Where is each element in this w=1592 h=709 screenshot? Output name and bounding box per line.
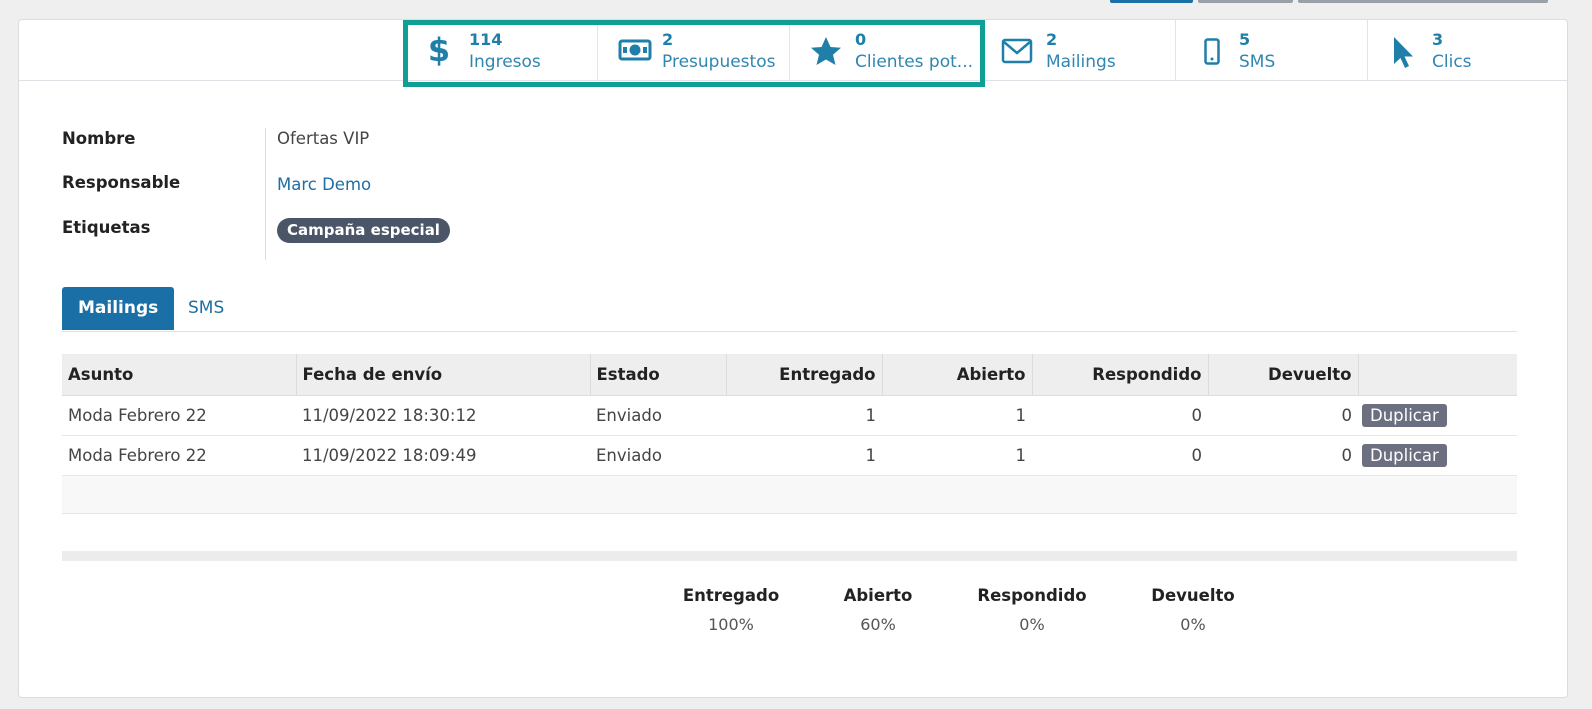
notebook-tabs: Mailings SMS — [62, 287, 1517, 332]
form-sheet: $ 114 Ingresos 2 Presupuestos 0 Clientes… — [18, 19, 1568, 698]
total-label: Abierto — [843, 586, 913, 605]
cell-date: 11/09/2022 18:09:49 — [296, 435, 590, 476]
duplicate-button[interactable]: Duplicar — [1362, 444, 1447, 467]
stat-button-presupuestos[interactable]: 2 Presupuestos — [597, 20, 789, 80]
column-header-subject[interactable]: Asunto — [62, 354, 296, 396]
name-label: Nombre — [62, 129, 136, 148]
stat-label: Clics — [1432, 52, 1472, 72]
total-replied: Respondido 0% — [962, 586, 1102, 634]
cell-status: Enviado — [590, 395, 726, 436]
toolbar-edge-secondary — [1198, 0, 1293, 3]
mobile-phone-icon — [1204, 38, 1220, 70]
cell-action: Duplicar — [1358, 395, 1517, 436]
total-bounced: Devuelto 0% — [1123, 586, 1263, 634]
column-header-actions — [1357, 354, 1517, 396]
dollar-icon: $ — [428, 31, 450, 70]
stat-label: Clientes pot... — [855, 52, 973, 72]
mouse-pointer-icon — [1392, 36, 1416, 74]
cell-action: Duplicar — [1358, 435, 1517, 476]
table-header: Asunto Fecha de envío Estado Entregado A… — [62, 354, 1517, 396]
money-bill-icon — [618, 38, 652, 66]
stat-value: 5 — [1239, 30, 1251, 49]
cell-subject: Moda Febrero 22 — [62, 395, 296, 436]
column-header-date[interactable]: Fecha de envío — [295, 354, 590, 396]
table-empty-row — [62, 475, 1517, 514]
cell-delivered: 1 — [726, 435, 882, 476]
total-value: 100% — [708, 615, 754, 634]
svg-text:$: $ — [428, 32, 450, 66]
cell-opened: 1 — [882, 435, 1032, 476]
total-label: Devuelto — [1151, 586, 1235, 605]
stat-value: 114 — [469, 30, 503, 49]
total-label: Respondido — [977, 586, 1087, 605]
stat-label: SMS — [1239, 52, 1276, 72]
tab-mailings[interactable]: Mailings — [62, 287, 175, 330]
column-header-status[interactable]: Estado — [589, 354, 726, 396]
cell-opened: 1 — [882, 395, 1032, 436]
tab-sms[interactable]: SMS — [188, 287, 224, 330]
envelope-icon — [1001, 38, 1033, 68]
stat-value: 2 — [1046, 30, 1058, 49]
total-value: 60% — [860, 615, 896, 634]
total-value: 0% — [1019, 615, 1045, 634]
total-delivered: Entregado 100% — [661, 586, 801, 634]
responsible-link[interactable]: Marc Demo — [277, 175, 371, 194]
column-header-delivered[interactable]: Entregado — [725, 354, 882, 396]
cell-subject: Moda Febrero 22 — [62, 435, 296, 476]
total-value: 0% — [1180, 615, 1206, 634]
toolbar-edge-secondary-2 — [1298, 0, 1548, 3]
table-footer-bar — [62, 551, 1517, 561]
stat-button-bar: $ 114 Ingresos 2 Presupuestos 0 Clientes… — [19, 20, 1567, 81]
cell-bounced: 0 — [1208, 395, 1358, 436]
stat-button-sms[interactable]: 5 SMS — [1175, 20, 1367, 80]
name-field[interactable]: Ofertas VIP — [277, 129, 369, 148]
field-divider — [265, 128, 266, 260]
stat-label: Ingresos — [469, 52, 541, 72]
cell-date: 11/09/2022 18:30:12 — [296, 395, 590, 436]
stat-value: 3 — [1432, 30, 1444, 49]
total-opened: Abierto 60% — [808, 586, 948, 634]
column-header-replied[interactable]: Respondido — [1031, 354, 1208, 396]
total-label: Entregado — [682, 586, 780, 605]
cell-replied: 0 — [1032, 435, 1208, 476]
cell-bounced: 0 — [1208, 435, 1358, 476]
toolbar-edge-primary — [1110, 0, 1193, 3]
mailings-table: Asunto Fecha de envío Estado Entregado A… — [62, 354, 1517, 514]
stat-button-clientes-potenciales[interactable]: 0 Clientes pot... — [789, 20, 981, 80]
table-row[interactable]: Moda Febrero 22 11/09/2022 18:09:49 Envi… — [62, 435, 1517, 476]
stat-label: Mailings — [1046, 52, 1116, 72]
responsible-label: Responsable — [62, 173, 181, 192]
cell-replied: 0 — [1032, 395, 1208, 436]
column-header-opened[interactable]: Abierto — [881, 354, 1032, 396]
stat-button-clics[interactable]: 3 Clics — [1367, 20, 1567, 80]
stat-button-ingresos[interactable]: $ 114 Ingresos — [403, 20, 597, 80]
stat-value: 2 — [662, 30, 674, 49]
cell-delivered: 1 — [726, 395, 882, 436]
stat-label: Presupuestos — [662, 52, 776, 72]
stat-value: 0 — [855, 30, 867, 49]
duplicate-button[interactable]: Duplicar — [1362, 404, 1447, 427]
stat-button-mailings[interactable]: 2 Mailings — [981, 20, 1175, 80]
table-row[interactable]: Moda Febrero 22 11/09/2022 18:30:12 Envi… — [62, 395, 1517, 436]
column-header-bounced[interactable]: Devuelto — [1207, 354, 1358, 396]
cell-status: Enviado — [590, 435, 726, 476]
star-icon — [810, 36, 842, 70]
tags-label: Etiquetas — [62, 218, 151, 237]
tag-badge[interactable]: Campaña especial — [277, 218, 450, 243]
